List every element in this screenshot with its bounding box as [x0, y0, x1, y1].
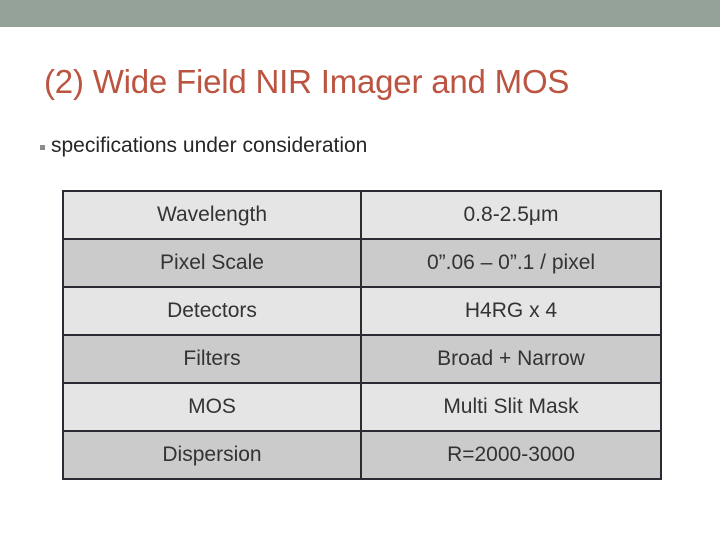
spec-value-cell: H4RG x 4 — [360, 286, 662, 336]
table-row: Pixel Scale 0”.06 – 0”.1 / pixel — [62, 238, 662, 288]
square-bullet-icon — [40, 144, 45, 150]
bullet-item-label: specifications under consideration — [51, 134, 368, 157]
spec-value-cell: 0.8-2.5μm — [360, 190, 662, 240]
spec-value-cell: Multi Slit Mask — [360, 382, 662, 432]
page-title: (2) Wide Field NIR Imager and MOS — [44, 63, 570, 100]
spec-value-cell: R=2000-3000 — [360, 430, 662, 480]
table-row: Filters Broad + Narrow — [62, 334, 662, 384]
slide-canvas: (2) Wide Field NIR Imager and MOS specif… — [0, 0, 720, 540]
spec-value-cell: 0”.06 – 0”.1 / pixel — [360, 238, 662, 288]
table-row: Dispersion R=2000-3000 — [62, 430, 662, 480]
spec-label-cell: Filters — [62, 334, 362, 384]
spec-label-cell: Detectors — [62, 286, 362, 336]
specifications-table: Wavelength 0.8-2.5μm Pixel Scale 0”.06 –… — [62, 190, 662, 480]
spec-label-cell: Pixel Scale — [62, 238, 362, 288]
spec-label-cell: Dispersion — [62, 430, 362, 480]
table-row: Wavelength 0.8-2.5μm — [62, 190, 662, 240]
table-row: Detectors H4RG x 4 — [62, 286, 662, 336]
spec-value-cell: Broad + Narrow — [360, 334, 662, 384]
table-row: MOS Multi Slit Mask — [62, 382, 662, 432]
top-accent-bar — [0, 0, 720, 27]
spec-label-cell: Wavelength — [62, 190, 362, 240]
spec-label-cell: MOS — [62, 382, 362, 432]
bullet-list-item: specifications under consideration — [40, 133, 367, 159]
